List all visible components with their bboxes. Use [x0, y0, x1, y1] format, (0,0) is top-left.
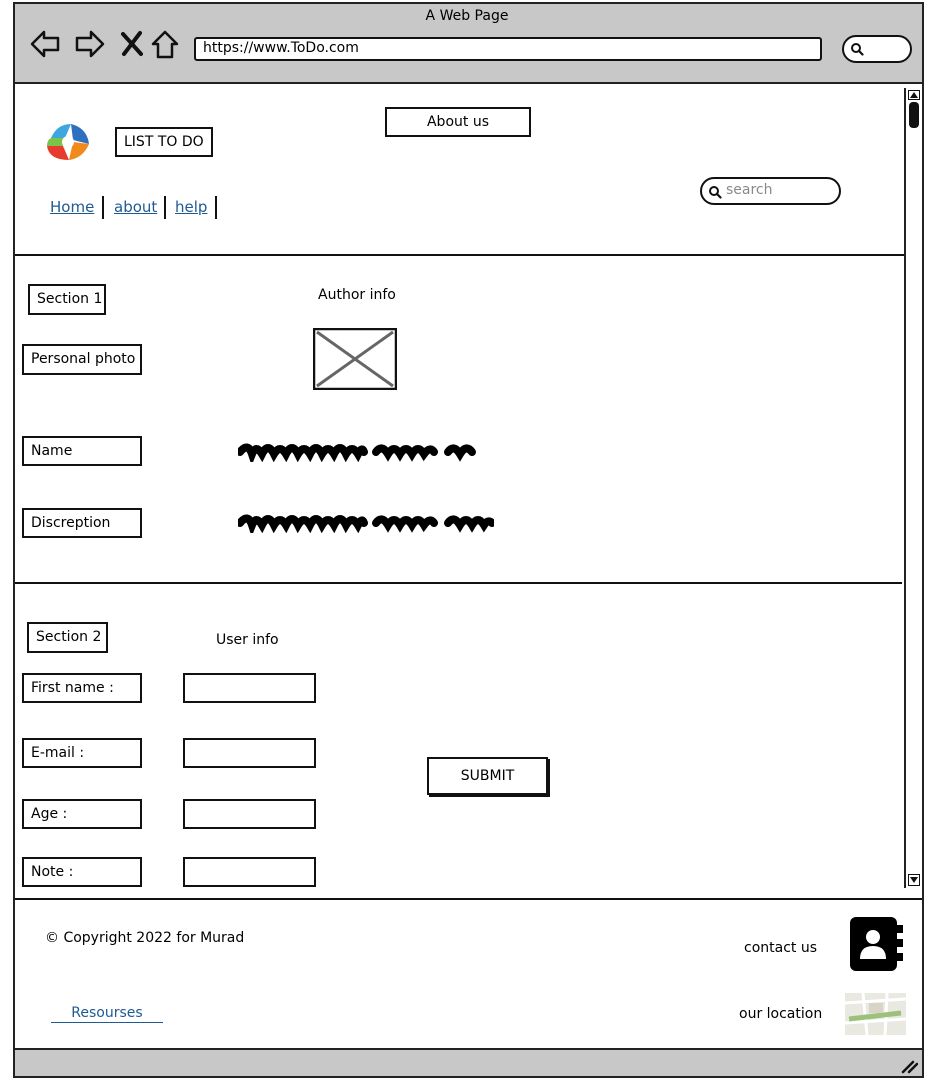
copyright-text: © Copyright 2022 for Murad	[45, 930, 245, 946]
section2-label: Section 2	[27, 622, 108, 653]
section2-heading: User info	[216, 632, 279, 648]
vertical-scrollbar[interactable]	[904, 88, 922, 888]
nav-home-link[interactable]: Home	[50, 198, 94, 216]
about-us-button[interactable]: About us	[385, 107, 531, 137]
close-icon[interactable]	[116, 28, 148, 60]
map-icon[interactable]	[845, 993, 906, 1035]
nav-help-link[interactable]: help	[175, 198, 207, 216]
url-bar[interactable]: https://www.ToDo.com	[194, 37, 822, 61]
window-title: A Web Page	[425, 8, 509, 24]
nav-separator	[215, 196, 217, 219]
first-name-label: First name :	[22, 673, 142, 703]
email-input[interactable]	[183, 738, 316, 768]
app-logo	[47, 124, 89, 160]
back-arrow-icon[interactable]	[29, 28, 61, 60]
search-icon	[709, 186, 722, 199]
nav-about-link[interactable]: about	[114, 198, 157, 216]
resize-grip-icon[interactable]	[900, 1058, 918, 1074]
contacts-icon[interactable]	[848, 915, 905, 973]
forward-arrow-icon[interactable]	[74, 28, 106, 60]
search-input[interactable]: search	[700, 177, 841, 205]
submit-button[interactable]: SUBMIT	[427, 757, 548, 795]
age-input[interactable]	[183, 799, 316, 829]
nav-separator	[164, 196, 166, 219]
first-name-input[interactable]	[183, 673, 316, 703]
nav-separator	[102, 196, 104, 219]
logo-label: LIST TO DO	[115, 127, 213, 157]
browser-search[interactable]	[842, 35, 912, 63]
search-icon	[851, 43, 864, 56]
name-label: Name	[22, 436, 142, 466]
footer-divider	[15, 898, 922, 900]
email-label: E-mail :	[22, 738, 142, 768]
browser-window	[13, 2, 924, 1078]
age-label: Age :	[22, 799, 142, 829]
photo-placeholder	[313, 328, 397, 390]
section-divider	[15, 582, 902, 584]
scroll-up-icon[interactable]	[908, 90, 920, 100]
personal-photo-label: Personal photo	[22, 344, 142, 375]
section1-label: Section 1	[28, 284, 106, 315]
redacted-text	[238, 443, 476, 462]
resources-link[interactable]: Resourses	[51, 1005, 163, 1023]
header-divider	[15, 254, 904, 256]
contact-label: contact us	[744, 940, 818, 956]
home-icon[interactable]	[149, 28, 181, 60]
search-placeholder: search	[726, 182, 773, 198]
description-label: Discreption	[22, 508, 142, 538]
window-statusbar	[15, 1048, 922, 1076]
redacted-text	[238, 514, 494, 533]
location-label: our location	[739, 1006, 823, 1022]
note-label: Note :	[22, 857, 142, 887]
scroll-thumb[interactable]	[909, 102, 919, 128]
scroll-down-icon[interactable]	[908, 874, 920, 886]
note-input[interactable]	[183, 857, 316, 887]
section1-heading: Author info	[318, 287, 396, 303]
